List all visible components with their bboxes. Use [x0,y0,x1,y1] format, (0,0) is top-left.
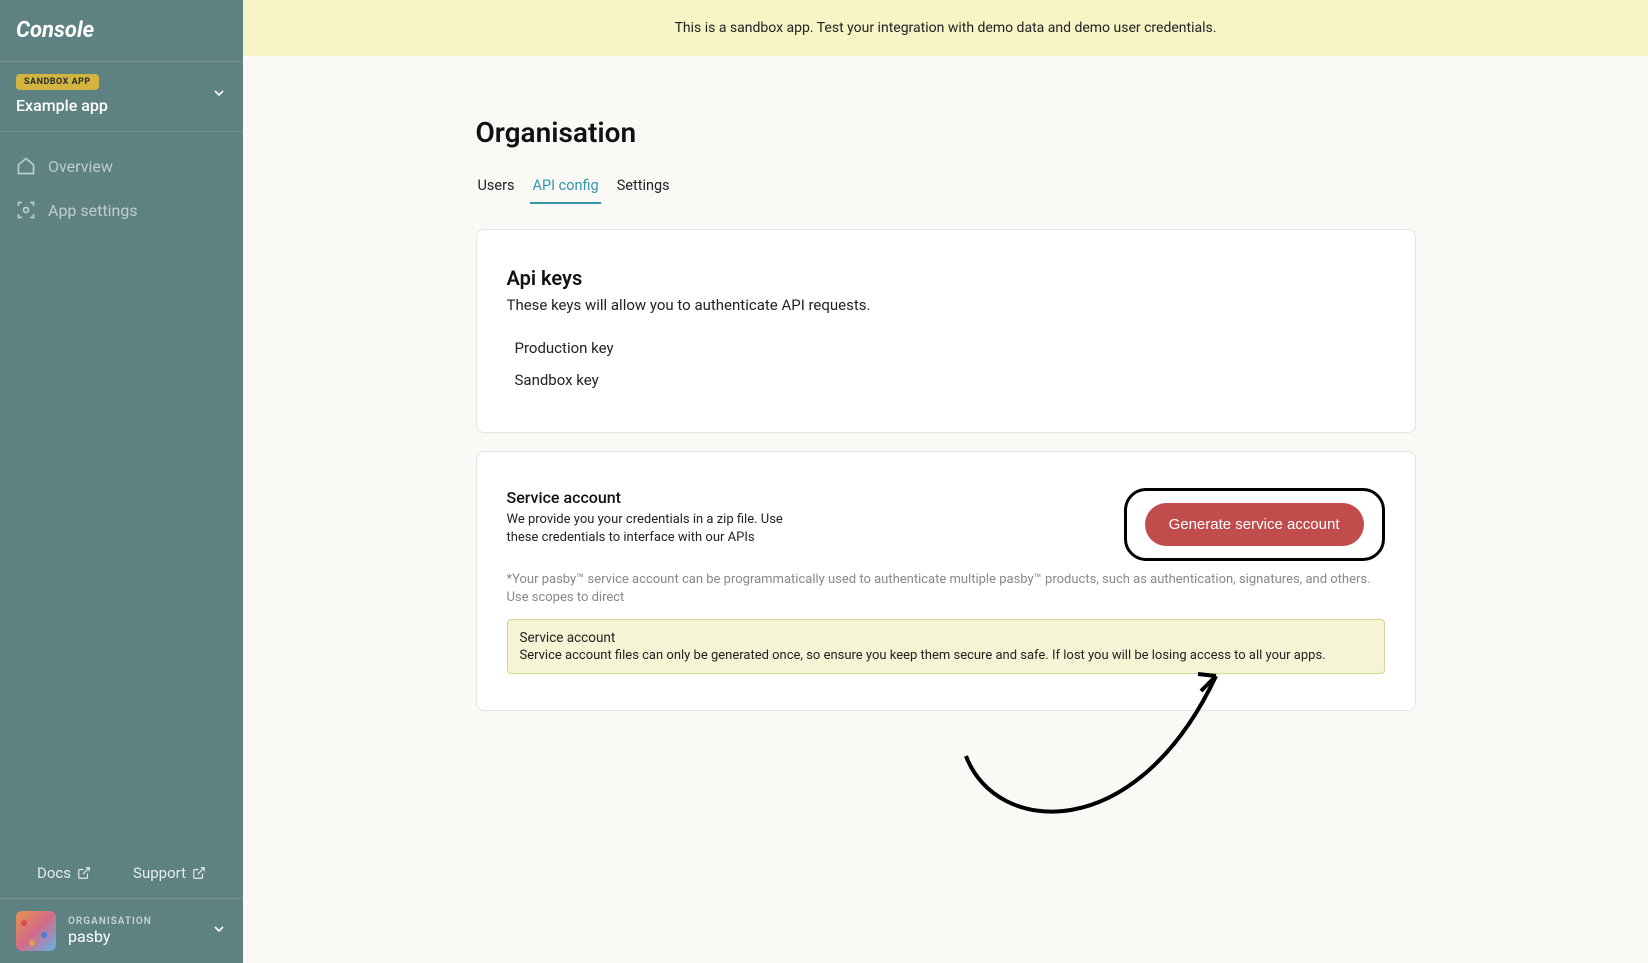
nav-app-settings-label: App settings [48,201,138,220]
main: This is a sandbox app. Test your integra… [243,0,1648,963]
support-label: Support [133,864,186,882]
docs-label: Docs [37,864,71,882]
settings-scan-icon [16,200,36,220]
service-warning-text: Service account files can only be genera… [520,648,1372,663]
org-selector[interactable]: ORGANISATION pasby [0,898,243,963]
external-link-icon [77,866,91,880]
external-link-icon [192,866,206,880]
org-info: ORGANISATION pasby [68,916,199,946]
api-keys-subtitle: These keys will allow you to authenticat… [507,296,1385,314]
tab-settings[interactable]: Settings [615,169,672,204]
service-warning-box: Service account Service account files ca… [507,619,1385,674]
nav-overview[interactable]: Overview [0,144,243,188]
chevron-down-icon[interactable] [211,85,227,105]
nav-overview-label: Overview [48,157,113,176]
sandbox-banner: This is a sandbox app. Test your integra… [243,0,1648,56]
org-name: pasby [68,927,199,946]
nav-items: Overview App settings [0,132,243,244]
service-header: Service account We provide you your cred… [507,488,1385,561]
support-link[interactable]: Support [133,864,206,882]
sidebar: Console SANDBOX APP Example app Overview… [0,0,243,963]
service-account-card: Service account We provide you your cred… [476,451,1416,711]
nav-app-settings[interactable]: App settings [0,188,243,232]
generate-service-account-button[interactable]: Generate service account [1145,503,1364,546]
sidebar-links: Docs Support [0,848,243,898]
tab-users[interactable]: Users [476,169,517,204]
tab-api-config[interactable]: API config [530,169,600,204]
service-info: Service account We provide you your cred… [507,488,807,547]
api-keys-card: Api keys These keys will allow you to au… [476,229,1416,433]
generate-button-highlight: Generate service account [1124,488,1385,561]
key-row-production[interactable]: Production key [515,332,1385,364]
page-title: Organisation [476,116,1416,149]
service-title: Service account [507,488,807,507]
api-keys-title: Api keys [507,266,1385,290]
sidebar-bottom: Docs Support ORGANISATION pasby [0,848,243,963]
app-selector-info: SANDBOX APP Example app [16,74,108,115]
service-warning-title: Service account [520,630,1372,646]
docs-link[interactable]: Docs [37,864,91,882]
org-label: ORGANISATION [68,916,199,927]
service-desc: We provide you your credentials in a zip… [507,511,807,547]
service-note: *Your pasby™ service account can be prog… [507,571,1385,607]
sandbox-badge: SANDBOX APP [16,74,99,90]
chevron-down-icon[interactable] [211,921,227,941]
content: Organisation Users API config Settings A… [476,56,1416,769]
api-key-list: Production key Sandbox key [507,332,1385,396]
app-selector[interactable]: SANDBOX APP Example app [0,62,243,132]
logo: Console [0,0,243,62]
key-row-sandbox[interactable]: Sandbox key [515,364,1385,396]
tabs: Users API config Settings [476,169,1416,205]
home-icon [16,156,36,176]
app-name: Example app [16,96,108,115]
org-avatar [16,911,56,951]
